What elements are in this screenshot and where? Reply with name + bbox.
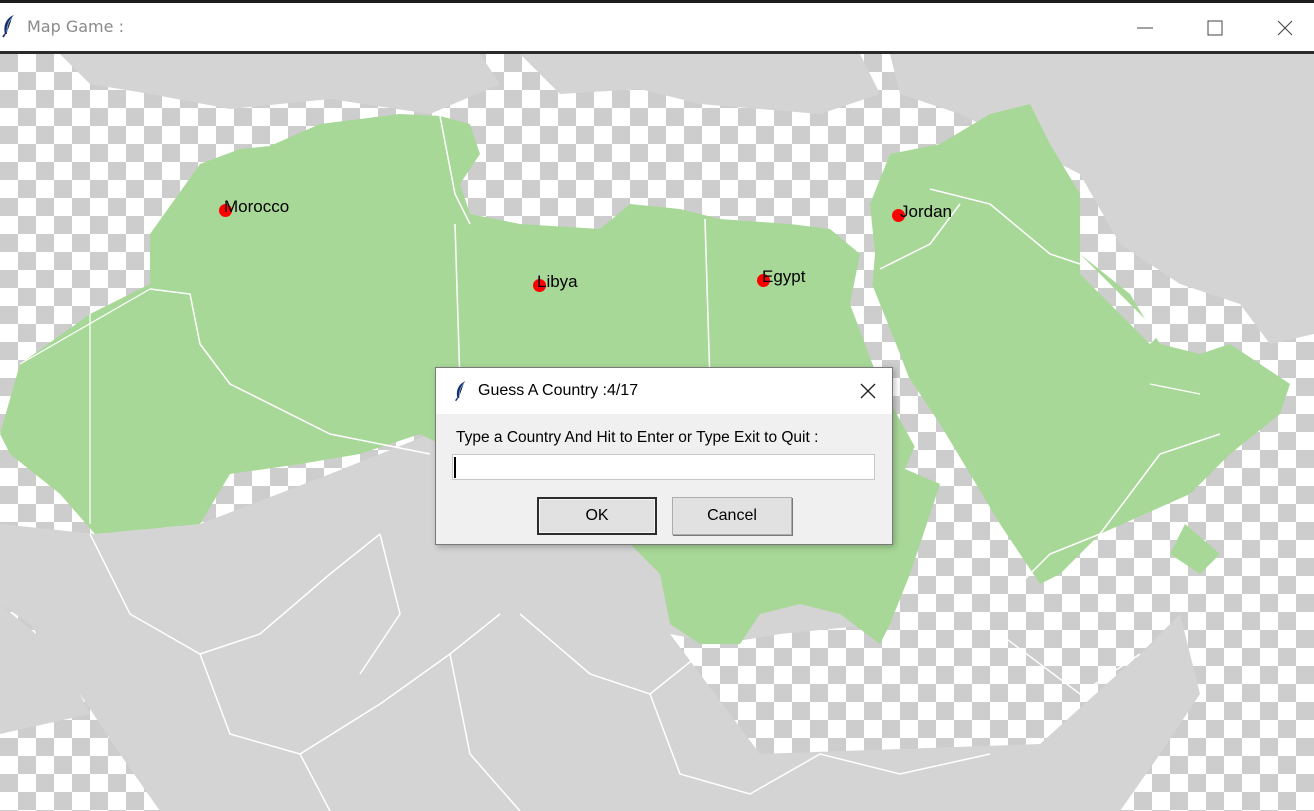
feather-icon: [0, 14, 18, 38]
dialog-close-button[interactable]: [848, 376, 888, 406]
window-titlebar[interactable]: Map Game :: [0, 3, 1314, 51]
minimize-icon: [1137, 27, 1153, 29]
dialog-title: Guess A Country :4/17: [478, 382, 639, 399]
window-title: Map Game :: [27, 17, 124, 36]
map-label-libya: Libya: [537, 272, 578, 291]
map-label-morocco: Morocco: [224, 197, 290, 216]
minimize-button[interactable]: [1110, 6, 1180, 50]
ok-button[interactable]: OK: [537, 497, 657, 535]
map-label-jordan: Jordan: [900, 202, 952, 221]
text-caret: [454, 457, 456, 478]
close-button[interactable]: [1250, 6, 1314, 50]
close-icon: [860, 383, 876, 399]
cancel-button[interactable]: Cancel: [672, 497, 792, 535]
close-icon: [1277, 20, 1293, 36]
maximize-icon: [1207, 20, 1223, 36]
guess-dialog: Guess A Country :4/17 Type a Country And…: [435, 367, 893, 545]
country-input[interactable]: [452, 454, 875, 480]
dialog-prompt: Type a Country And Hit to Enter or Type …: [456, 429, 819, 446]
feather-icon: [453, 379, 469, 407]
dialog-titlebar[interactable]: Guess A Country :4/17: [436, 368, 892, 414]
map-label-egypt: Egypt: [762, 267, 806, 286]
maximize-button[interactable]: [1180, 6, 1250, 50]
